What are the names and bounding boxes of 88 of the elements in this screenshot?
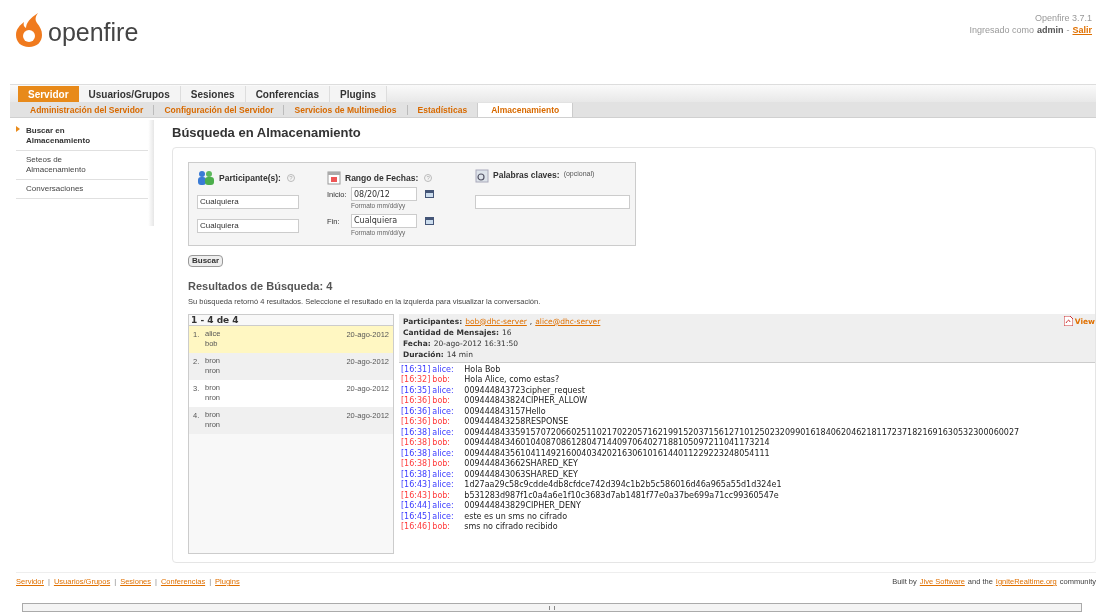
sub-tab[interactable]: Almacenamiento bbox=[477, 103, 574, 117]
field-label: Participante(s): bbox=[219, 171, 281, 185]
field-label: Palabras claves: bbox=[493, 169, 560, 182]
calendar-button-icon[interactable] bbox=[425, 216, 434, 225]
main-tab[interactable]: Plugins bbox=[330, 86, 388, 102]
login-label: Ingresado como bbox=[969, 24, 1034, 36]
message-sender: bob: bbox=[431, 522, 452, 533]
flame-logo-icon bbox=[14, 10, 44, 49]
message-time: [16:43] bbox=[401, 480, 431, 491]
people-icon bbox=[197, 170, 215, 186]
calendar-icon bbox=[327, 171, 341, 185]
message-text: 009444843723cipher_request bbox=[464, 385, 585, 396]
message-text: 009444843561041149216004034202163061016144011229223248054111 bbox=[464, 448, 770, 459]
main-tab[interactable]: Sesiones bbox=[180, 86, 246, 102]
message-text: Hola Bob bbox=[464, 364, 501, 375]
participant-field[interactable]: Cualquiera bbox=[197, 218, 299, 233]
username: admin bbox=[1036, 24, 1064, 36]
sidebar-item[interactable]: Conversaciones bbox=[16, 180, 148, 199]
message-text: 009444843258RESPONSE bbox=[464, 417, 569, 428]
calendar-button-icon[interactable] bbox=[425, 190, 434, 198]
pdf-icon bbox=[1063, 316, 1073, 327]
message-time: [16:35] bbox=[401, 385, 431, 396]
logout-link[interactable]: Salir bbox=[1072, 24, 1092, 36]
main-tab[interactable]: Servidor bbox=[18, 86, 79, 102]
date-field[interactable]: 08/20/12 bbox=[351, 187, 417, 201]
sidebar-item[interactable]: Buscar en Almacenamiento bbox=[16, 122, 148, 151]
message-sender: alice: bbox=[431, 511, 455, 522]
message-text: 009444843824CIPHER_ALLOW bbox=[464, 396, 588, 407]
message-sender: bob: bbox=[431, 417, 452, 428]
results-title: Resultados de Búsqueda: 4 bbox=[188, 279, 334, 294]
sub-tab[interactable]: Servicios de Multimedios bbox=[284, 103, 407, 117]
date-field[interactable]: Cualquiera bbox=[351, 213, 417, 228]
message-time: [16:32] bbox=[401, 375, 431, 386]
message-text: sms no cifrado recibido bbox=[464, 522, 558, 533]
search-button[interactable]: Buscar bbox=[188, 255, 224, 267]
message-time: [16:38] bbox=[401, 459, 431, 470]
message-text: 009444843063SHARED_KEY bbox=[464, 469, 578, 480]
keyword-field[interactable] bbox=[475, 194, 630, 209]
message-time: [16:31] bbox=[401, 364, 431, 375]
sub-tab[interactable]: Configuración del Servidor bbox=[154, 103, 284, 117]
message-sender: alice: bbox=[431, 385, 455, 396]
message-sender: bob: bbox=[431, 490, 452, 501]
range-header: 1 - 4 de 4 bbox=[189, 314, 393, 326]
separator-text: - bbox=[1066, 24, 1070, 36]
message-time: [16:38] bbox=[401, 469, 431, 480]
message-sender: alice: bbox=[431, 364, 455, 375]
message-time: [16:38] bbox=[401, 438, 431, 449]
message-time: [16:38] bbox=[401, 448, 431, 459]
message-sender: alice: bbox=[431, 469, 455, 480]
message-sender: alice: bbox=[431, 448, 455, 459]
logo-text: openfire bbox=[48, 17, 139, 48]
keyword-icon bbox=[475, 169, 489, 183]
sub-tab[interactable]: Administración del Servidor bbox=[20, 103, 154, 117]
message-sender: bob: bbox=[431, 438, 452, 449]
message-time: [16:38] bbox=[401, 427, 431, 438]
message-text: 009444843157Hello bbox=[464, 406, 546, 417]
message-time: [16:43] bbox=[401, 490, 431, 501]
main-tab[interactable]: Conferencias bbox=[245, 86, 330, 102]
message-time: [16:44] bbox=[401, 501, 431, 512]
horizontal-scrollbar[interactable] bbox=[22, 603, 1082, 612]
message-sender: bob: bbox=[431, 396, 452, 407]
message-time: [16:46] bbox=[401, 522, 431, 533]
message-time: [16:36] bbox=[401, 396, 431, 407]
message-text: 009444843829CIPHER_DENY bbox=[464, 501, 581, 512]
message-sender: alice: bbox=[431, 427, 455, 438]
participant-field[interactable]: Cualquiera bbox=[197, 194, 299, 209]
version-text: Openfire 3.7.1 bbox=[1033, 12, 1092, 24]
message-text: Hola Alice, como estas? bbox=[464, 375, 560, 386]
message-sender: bob: bbox=[431, 375, 452, 386]
message-text: 0094448433591570720660251102170220571621991520371561271012502320990161840620462181172371821691630532300060027 bbox=[464, 427, 1020, 438]
message-sender: alice: bbox=[431, 406, 455, 417]
field-label: Rango de Fechas: bbox=[345, 171, 419, 185]
message-text: 1d27aa29c58c9cdde4db8cfdce742d394c1b2b5c586016d46a965a55d1d324e1 bbox=[464, 480, 782, 491]
message-text: b531283d987f1c0a4a6e1f10c3683d7ab1481f77e0a37be699a71cc99360547e bbox=[464, 490, 779, 501]
arrow-icon bbox=[16, 126, 22, 132]
message-text: 009444843460104087086128047144097064027188105097211041173214 bbox=[464, 438, 770, 449]
message-time: [16:36] bbox=[401, 406, 431, 417]
message-text: 009444843662SHARED_KEY bbox=[464, 459, 578, 470]
main-tab[interactable]: Usuarios/Grupos bbox=[78, 86, 181, 102]
sub-tab[interactable]: Estadísticas bbox=[407, 103, 478, 117]
sidebar-item[interactable]: Seteos de Almacenamiento bbox=[16, 151, 148, 180]
message-time: [16:36] bbox=[401, 417, 431, 428]
message-sender: alice: bbox=[431, 501, 455, 512]
page-title: Búsqueda en Almacenamiento bbox=[172, 124, 362, 142]
message-text: este es un sms no cifrado bbox=[464, 511, 568, 522]
message-time: [16:45] bbox=[401, 511, 431, 522]
message-sender: bob: bbox=[431, 459, 452, 470]
message-sender: alice: bbox=[431, 480, 455, 491]
